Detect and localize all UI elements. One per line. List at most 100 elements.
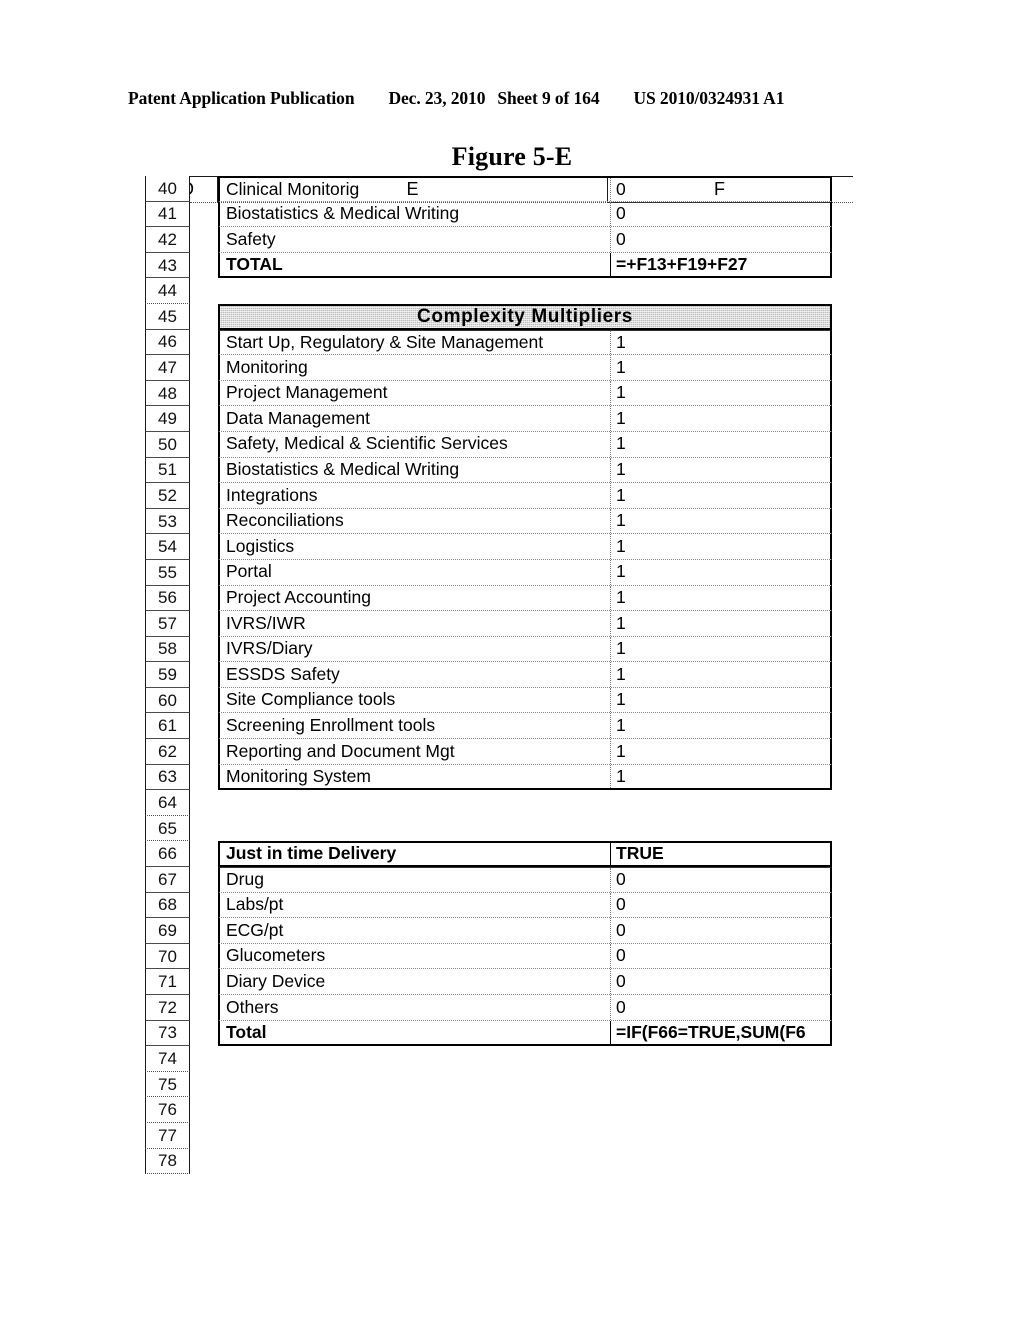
cell-e[interactable]: Reporting and Document Mgt [220,739,610,764]
cell-e[interactable]: Clinical Monitorig [220,178,610,201]
row-number-header[interactable]: 56 [145,585,190,612]
cell-d[interactable] [190,1097,218,1123]
cell-e[interactable]: Safety [220,227,610,252]
cell-d[interactable] [190,662,218,688]
row-number-header[interactable]: 71 [145,969,190,995]
cell-d[interactable] [190,816,218,842]
row-number-header[interactable]: 59 [145,662,190,688]
cell-d[interactable] [190,739,218,765]
cell-f[interactable]: 1 [610,611,830,636]
cell-f[interactable]: 0 [610,227,830,252]
cell-d[interactable] [190,893,218,919]
cell-d[interactable] [190,227,218,253]
cell-e[interactable]: ECG/pt [220,918,610,943]
cell-f[interactable]: 1 [610,457,830,483]
row-number-header[interactable]: 55 [145,559,190,586]
row-number-header[interactable]: 49 [145,406,190,432]
cell-d[interactable] [190,765,218,791]
cell-f[interactable]: 1 [610,687,830,713]
cell-f[interactable]: 0 [610,969,830,994]
cell-e[interactable]: Data Management [220,406,610,431]
section-header-cell[interactable]: Complexity Multipliers [220,306,830,328]
cell-d[interactable] [190,944,218,970]
cell-e[interactable]: Screening Enrollment tools [220,713,610,738]
cell-f[interactable]: 0 [610,995,830,1020]
cell-f[interactable]: =IF(F66=TRUE,SUM(F6 [610,1020,830,1045]
row-number-header[interactable]: 40 [145,176,190,202]
cell-f[interactable]: 1 [610,559,830,585]
cell-d[interactable] [190,1149,218,1175]
row-number-header[interactable]: 50 [145,431,190,458]
cell-d[interactable] [190,1072,218,1098]
cell-d[interactable] [190,841,218,867]
cell-d[interactable] [190,688,218,714]
cell-f[interactable]: 0 [610,892,830,918]
cell-f[interactable]: 0 [610,918,830,943]
cell-f[interactable]: 1 [610,431,830,457]
cell-d[interactable] [190,278,218,304]
row-number-header[interactable]: 51 [145,457,190,484]
cell-f[interactable]: TRUE [610,843,830,866]
row-number-header[interactable]: 64 [145,790,190,816]
cell-f[interactable]: 1 [610,585,830,611]
cell-d[interactable] [190,483,218,509]
cell-f[interactable]: 1 [610,764,830,789]
cell-e[interactable]: Others [220,995,610,1020]
row-number-header[interactable]: 74 [145,1046,190,1072]
cell-d[interactable] [190,611,218,637]
cell-f[interactable]: 0 [610,178,830,201]
cell-f[interactable]: 1 [610,739,830,764]
row-number-header[interactable]: 70 [145,943,190,970]
row-number-header[interactable]: 78 [145,1148,190,1175]
cell-f[interactable]: =+F13+F19+F27 [610,252,830,277]
cell-d[interactable] [190,176,218,202]
cell-e[interactable]: Just in time Delivery [220,843,610,865]
row-number-header[interactable]: 47 [145,355,190,381]
cell-d[interactable] [190,1046,218,1072]
cell-e[interactable]: Monitoring [220,355,610,380]
row-number-header[interactable]: 42 [145,227,190,253]
cell-d[interactable] [190,534,218,560]
cell-f[interactable]: 1 [610,636,830,662]
cell-e[interactable]: IVRS/Diary [220,637,610,662]
cell-e[interactable]: Diary Device [220,969,610,994]
cell-d[interactable] [190,202,218,228]
cell-e[interactable]: Biostatistics & Medical Writing [220,458,610,483]
cell-e[interactable]: Site Compliance tools [220,688,610,713]
row-number-header[interactable]: 63 [145,764,190,791]
cell-f[interactable]: 1 [610,508,830,534]
cell-d[interactable] [190,713,218,739]
cell-f[interactable]: 0 [610,943,830,969]
cell-e[interactable]: Total [220,1021,610,1045]
cell-d[interactable] [190,995,218,1021]
cell-f[interactable]: 1 [610,355,830,380]
row-number-header[interactable]: 77 [145,1122,190,1149]
cell-e[interactable]: Safety, Medical & Scientific Services [220,432,610,457]
row-number-header[interactable]: 43 [145,252,190,279]
cell-e[interactable]: Monitoring System [220,765,610,789]
cell-f[interactable]: 0 [610,868,830,892]
cell-e[interactable]: TOTAL [220,253,610,277]
cell-e[interactable]: ESSDS Safety [220,662,610,687]
cell-d[interactable] [190,560,218,586]
cell-e[interactable]: Labs/pt [220,893,610,918]
cell-d[interactable] [190,1123,218,1149]
cell-d[interactable] [190,253,218,279]
cell-e[interactable]: Biostatistics & Medical Writing [220,202,610,227]
row-number-header[interactable]: 72 [145,995,190,1021]
cell-f[interactable]: 1 [610,662,830,687]
cell-d[interactable] [190,304,218,330]
cell-f[interactable]: 1 [610,713,830,739]
cell-d[interactable] [190,458,218,484]
row-number-header[interactable]: 75 [145,1071,190,1098]
cell-e[interactable]: Drug [220,868,610,892]
cell-e[interactable]: Glucometers [220,944,610,969]
row-number-header[interactable]: 48 [145,380,190,407]
cell-d[interactable] [190,969,218,995]
row-number-header[interactable]: 53 [145,508,190,535]
row-number-header[interactable]: 61 [145,713,190,740]
cell-d[interactable] [190,355,218,381]
row-number-header[interactable]: 66 [145,841,190,868]
cell-e[interactable]: Portal [220,560,610,585]
cell-f[interactable]: 1 [610,483,830,508]
